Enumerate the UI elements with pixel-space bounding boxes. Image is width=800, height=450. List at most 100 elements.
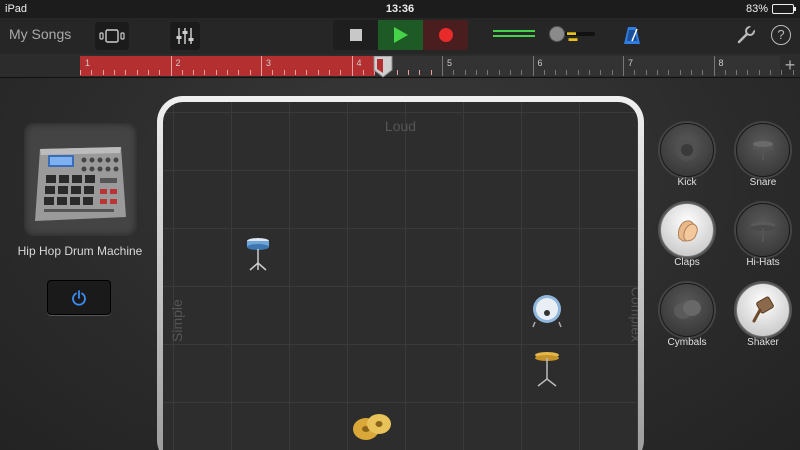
ruler-tick (215, 70, 217, 75)
ruler-tick (408, 70, 410, 75)
stop-icon (349, 29, 362, 41)
pad-label-simple: Simple (169, 299, 185, 342)
kick-icon (676, 139, 698, 161)
ruler-tick (125, 70, 127, 75)
drum-button-shaker[interactable] (736, 283, 790, 337)
stop-button[interactable] (333, 20, 378, 50)
ruler-tick (498, 70, 500, 75)
ruler-tick (475, 70, 477, 75)
drum-button-hihats[interactable] (736, 203, 790, 257)
volume-level-marks: ▬ ▬ (567, 27, 577, 43)
record-button[interactable] (423, 20, 468, 50)
ruler-tick (238, 70, 240, 75)
drum-button-kick[interactable] (660, 123, 714, 177)
ruler-tick (668, 70, 670, 75)
browser-icon (99, 29, 125, 43)
ruler-tick (249, 70, 251, 75)
ruler-tick (181, 70, 183, 75)
playhead[interactable] (373, 56, 393, 78)
master-volume-slider[interactable]: ▬ ▬ (493, 26, 603, 44)
ruler-tick (328, 70, 330, 75)
ruler-tick (736, 70, 738, 75)
garageband-drummer-screen: iPad 13:36 83% My Songs ▬ ▬ ? 1 2 3 4 5 … (0, 0, 800, 450)
ruler-tick (272, 70, 274, 75)
play-button[interactable] (378, 20, 423, 50)
ruler-tick (634, 70, 636, 75)
hi-hat-icon[interactable] (534, 351, 560, 387)
ruler-tick (713, 56, 715, 76)
transport-controls (333, 20, 468, 50)
wrench-icon (737, 25, 756, 44)
mixer-icon (176, 28, 194, 44)
xy-pad-frame: Loud Simple Complex (157, 96, 644, 450)
metronome-button[interactable] (622, 25, 642, 50)
bar-number: 4 (356, 58, 362, 68)
battery-percent: 83% (745, 3, 768, 15)
ruler-tick (147, 70, 149, 75)
bar-number: 6 (537, 58, 543, 68)
drum-button-label: Kick (677, 177, 697, 188)
clock: 13:36 (385, 3, 415, 15)
snare-icon (753, 141, 773, 160)
mixer-button[interactable] (170, 22, 200, 50)
ruler-tick (555, 70, 557, 75)
ruler-tick (611, 70, 613, 75)
ruler-tick (80, 70, 81, 75)
bar-number: 8 (718, 58, 724, 68)
timeline-ruler[interactable]: 1 2 3 4 5 6 7 8 + (0, 54, 800, 78)
ruler-tick (724, 70, 726, 75)
claps-icon (678, 220, 698, 242)
control-bar: My Songs ▬ ▬ ? (0, 18, 800, 54)
hi-hats-icon (751, 222, 775, 242)
ruler-tick (362, 70, 364, 75)
ruler-tick (690, 70, 692, 75)
ruler-tick (656, 70, 658, 75)
drum-button-label: Claps (674, 257, 700, 268)
metronome-icon (624, 27, 640, 44)
ruler-tick (204, 70, 206, 75)
drum-machine-icon (35, 147, 126, 221)
level-meter-left (493, 30, 535, 32)
ruler-tick (679, 70, 681, 75)
drum-button-label: Shaker (747, 337, 779, 348)
ruler-tick (227, 70, 229, 75)
level-meter-right (493, 35, 535, 37)
instrument-tile[interactable] (24, 123, 137, 236)
ruler-tick (193, 70, 195, 75)
drum-button-cymbals[interactable] (660, 283, 714, 337)
power-button[interactable] (47, 280, 111, 315)
drum-button-snare[interactable] (736, 123, 790, 177)
drum-button-label: Snare (749, 177, 777, 188)
help-button[interactable]: ? (771, 25, 791, 45)
ruler-tick (340, 70, 342, 75)
ruler-tick (306, 70, 308, 75)
ruler-tick (261, 56, 262, 76)
cymbals-icon (674, 300, 701, 319)
ruler-tick (91, 70, 93, 75)
ruler-tick (758, 70, 760, 75)
kick-drum-icon[interactable] (532, 292, 562, 328)
add-section-button[interactable]: + (780, 56, 800, 76)
ruler-tick (464, 70, 466, 75)
my-songs-button[interactable]: My Songs (9, 26, 71, 42)
ruler-tick (442, 56, 443, 76)
ruler-tick (509, 70, 511, 75)
xy-pad[interactable]: Loud Simple Complex (163, 102, 638, 450)
ruler-tick (577, 70, 579, 75)
snare-drum-icon[interactable] (245, 235, 271, 271)
ruler-tick (623, 56, 624, 76)
browser-button[interactable] (95, 22, 129, 50)
drum-button-claps[interactable] (660, 203, 714, 257)
cymbals-icon[interactable] (351, 412, 393, 442)
power-icon (72, 289, 86, 306)
ruler-tick (170, 56, 172, 76)
ruler-tick (159, 70, 161, 75)
instrument-name: Hip Hop Drum Machine (17, 244, 143, 258)
ruler-tick (600, 70, 602, 75)
volume-knob[interactable] (549, 26, 565, 42)
bar-number: 5 (447, 58, 453, 68)
drum-button-label: Cymbals (667, 337, 707, 348)
bar-number: 2 (175, 58, 181, 68)
settings-button[interactable] (736, 25, 756, 50)
ruler-tick (487, 70, 489, 75)
